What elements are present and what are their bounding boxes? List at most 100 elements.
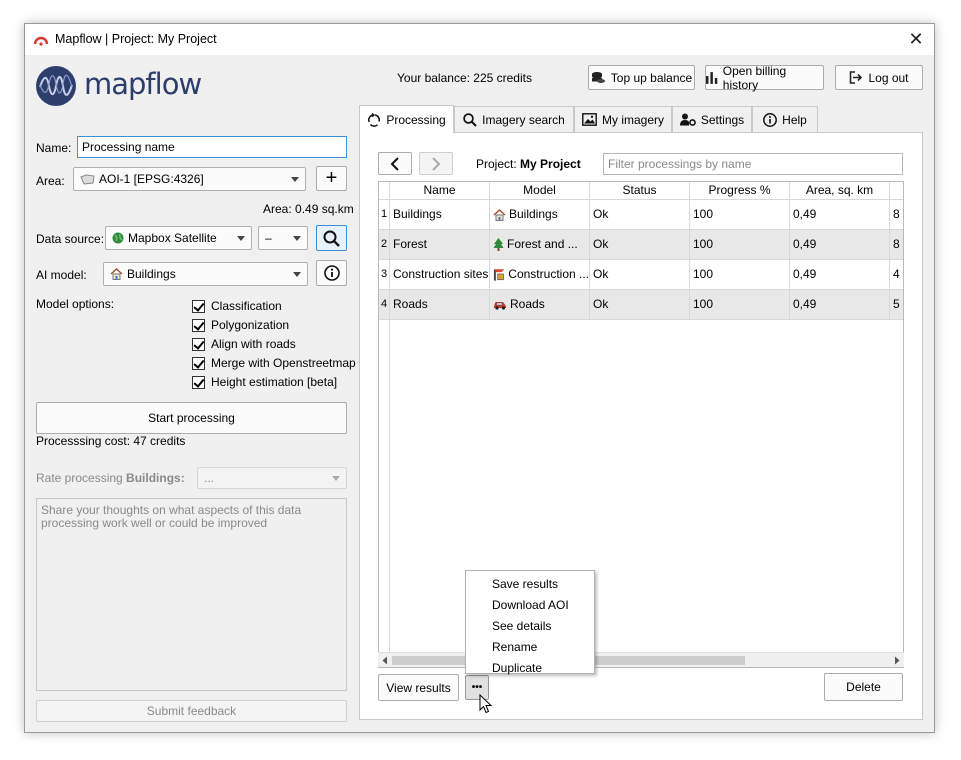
filter-processings-input[interactable]: Filter processings by name: [603, 153, 903, 175]
table-cell-area[interactable]: 0,49: [790, 230, 890, 260]
menu-item-download-aoi[interactable]: Download AOI: [492, 598, 569, 612]
chevron-down-icon: [291, 177, 299, 182]
table-cell-area[interactable]: 0,49: [790, 260, 890, 290]
scroll-right-icon[interactable]: [893, 656, 901, 665]
menu-item-save-results[interactable]: Save results: [492, 577, 558, 591]
table-cell-area[interactable]: 0,49: [790, 290, 890, 320]
data-source-select[interactable]: Mapbox Satellite: [105, 226, 252, 250]
previous-project-button[interactable]: [378, 152, 412, 175]
row-number[interactable]: 2: [379, 230, 390, 260]
car-icon: [494, 302, 506, 310]
more-options-icon: •••: [471, 682, 483, 693]
table-cell-status[interactable]: Ok: [590, 290, 690, 320]
table-cell-extra[interactable]: 4: [890, 260, 903, 290]
view-results-button[interactable]: View results: [378, 674, 459, 701]
table-cell-name[interactable]: Roads: [390, 290, 490, 320]
tab-imagery-search[interactable]: Imagery search: [454, 106, 574, 132]
model-info-button[interactable]: [316, 260, 347, 286]
feedback-textarea[interactable]: Share your thoughts on what aspects of t…: [36, 498, 347, 691]
ai-model-select[interactable]: Buildings: [103, 262, 308, 286]
data-source-option-select[interactable]: –: [258, 226, 308, 250]
processing-cost-text: Processsing cost: 47 credits: [36, 434, 186, 448]
processing-name-input[interactable]: Processing name: [77, 136, 347, 158]
rate-processing-prefix: Rate processing: [36, 471, 127, 485]
processing-name-value: Processing name: [82, 140, 175, 154]
table-cell-progress[interactable]: 100: [690, 290, 790, 320]
height-estimation-label: Height estimation [beta]: [211, 375, 338, 389]
menu-item-rename[interactable]: Rename: [492, 640, 537, 654]
add-area-button[interactable]: +: [316, 166, 347, 191]
column-header-name[interactable]: Name: [390, 182, 490, 200]
feedback-placeholder: Share your thoughts on what aspects of t…: [41, 503, 302, 530]
table-cell-model[interactable]: Forest and ...: [490, 230, 590, 260]
top-up-balance-button[interactable]: Top up balance: [588, 65, 695, 90]
user-gear-icon: [679, 113, 696, 126]
scroll-left-icon[interactable]: [381, 656, 389, 665]
menu-item-duplicate[interactable]: Duplicate: [492, 661, 542, 675]
table-cell-name[interactable]: Buildings: [390, 200, 490, 230]
column-header-status[interactable]: Status: [590, 182, 690, 200]
project-prefix: Project:: [476, 157, 517, 171]
search-icon: [323, 230, 340, 247]
open-billing-history-button[interactable]: Open billing history: [705, 64, 824, 92]
next-project-button[interactable]: [419, 152, 453, 175]
search-icon: [463, 112, 477, 127]
search-imagery-button[interactable]: [316, 225, 347, 251]
table-cell-progress[interactable]: 100: [690, 200, 790, 230]
merge-with-osm-checkbox[interactable]: Merge with Openstreetmap: [192, 356, 356, 370]
tab-help[interactable]: Help: [752, 106, 818, 132]
submit-feedback-button[interactable]: Submit feedback: [36, 700, 347, 722]
table-cell-extra[interactable]: 8: [890, 200, 903, 230]
data-source-value: Mapbox Satellite: [128, 231, 217, 245]
tab-processing[interactable]: Processing: [359, 105, 454, 133]
ai-model-value: Buildings: [127, 267, 176, 281]
table-cell-status[interactable]: Ok: [590, 200, 690, 230]
table-cell-model[interactable]: Construction ...: [490, 260, 590, 290]
horizontal-scrollbar[interactable]: [378, 652, 904, 667]
table-cell-model[interactable]: Buildings: [490, 200, 590, 230]
chevron-down-icon: [237, 236, 245, 241]
table-cell-name[interactable]: Construction sites: [390, 260, 490, 290]
construction-icon: [493, 269, 505, 281]
column-header-extra[interactable]: [890, 182, 903, 200]
row-number[interactable]: 3: [379, 260, 390, 290]
log-out-label: Log out: [868, 70, 909, 85]
polygonization-checkbox[interactable]: Polygonization: [192, 318, 289, 332]
table-cell-extra[interactable]: 8: [890, 230, 903, 260]
model-name: Construction ...: [508, 267, 589, 281]
menu-item-see-details[interactable]: See details: [492, 619, 551, 633]
area-select[interactable]: AOI-1 [EPSG:4326]: [73, 167, 306, 191]
classification-checkbox[interactable]: Classification: [192, 299, 282, 313]
chevron-right-icon: [432, 156, 441, 171]
table-cell-progress[interactable]: 100: [690, 230, 790, 260]
align-with-roads-checkbox[interactable]: Align with roads: [192, 337, 296, 351]
height-estimation-checkbox[interactable]: Height estimation [beta]: [192, 375, 337, 389]
table-cell-name[interactable]: Forest: [390, 230, 490, 260]
name-label: Name:: [36, 141, 72, 155]
coins-icon: [591, 71, 605, 83]
close-window-button[interactable]: ✕: [904, 28, 928, 50]
table-cell-progress[interactable]: 100: [690, 260, 790, 290]
row-number[interactable]: 4: [379, 290, 390, 320]
start-processing-button[interactable]: Start processing: [36, 402, 347, 434]
project-name: My Project: [520, 157, 581, 171]
rating-select[interactable]: ...: [197, 467, 347, 489]
tab-settings[interactable]: Settings: [672, 106, 752, 132]
table-cell-model[interactable]: Roads: [490, 290, 590, 320]
data-source-label: Data source:: [36, 232, 105, 246]
area-size-text: Area: 0.49 sq.km: [263, 202, 354, 216]
checkbox-checked-icon: [192, 375, 205, 389]
table-cell-status[interactable]: Ok: [590, 260, 690, 290]
row-header-strip: [379, 320, 390, 667]
column-header-area[interactable]: Area, sq. km: [790, 182, 890, 200]
log-out-button[interactable]: Log out: [835, 65, 923, 90]
tab-my-imagery[interactable]: My imagery: [574, 106, 672, 132]
table-cell-area[interactable]: 0,49: [790, 200, 890, 230]
table-cell-status[interactable]: Ok: [590, 230, 690, 260]
table-cell-extra[interactable]: 5: [890, 290, 903, 320]
row-number[interactable]: 1: [379, 200, 390, 230]
tab-imagery-search-label: Imagery search: [482, 112, 565, 127]
delete-button[interactable]: Delete: [824, 673, 903, 701]
column-header-progress[interactable]: Progress %: [690, 182, 790, 200]
column-header-model[interactable]: Model: [490, 182, 590, 200]
